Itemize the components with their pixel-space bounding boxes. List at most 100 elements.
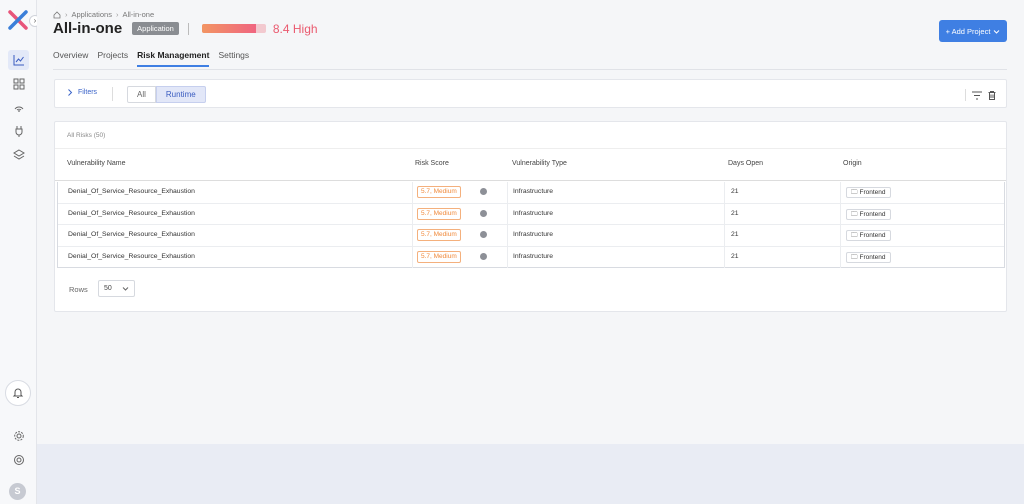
days-open: 21 [731, 231, 739, 238]
breadcrumb: › Applications › All-in-one [53, 10, 154, 19]
divider [724, 182, 725, 204]
info-icon[interactable] [480, 231, 487, 238]
gear-icon [13, 431, 24, 441]
divider [507, 203, 508, 225]
origin-label: Frontend [859, 253, 886, 261]
filter-lines-icon[interactable] [972, 91, 982, 100]
tab-overview[interactable]: Overview [53, 50, 88, 67]
origin-label: Frontend [859, 210, 886, 218]
origin-label: Frontend [859, 232, 886, 239]
risk-score-pill: 5.7, Medium [417, 186, 461, 198]
signal-icon [14, 106, 23, 112]
origin-tag[interactable]: 🗀 Frontend [846, 230, 891, 241]
vulnerability-type: Infrastructure [513, 231, 554, 238]
column-header-type[interactable]: Vulnerability Type [512, 160, 567, 167]
tab-bar: Overview Projects Risk Management Settin… [53, 50, 249, 67]
home-icon[interactable] [53, 10, 61, 19]
vulnerability-name: Denial_Of_Service_Resource_Exhaustion [68, 252, 195, 260]
table-row[interactable]: Denial_Of_Service_Resource_Exhaustion 5.… [58, 246, 1004, 268]
rows-per-page-label: Rows [69, 285, 88, 294]
divider [840, 203, 841, 225]
origin-tag[interactable]: 🗀 Frontend [846, 208, 891, 220]
breadcrumb-item-applications[interactable]: Applications [72, 10, 112, 19]
column-header-name[interactable]: Vulnerability Name [67, 160, 126, 167]
vulnerability-type: Infrastructure [513, 252, 554, 260]
sidebar-item-dashboard[interactable] [8, 74, 29, 94]
main-content: › Applications › All-in-one All-in-one A… [37, 0, 1024, 444]
table-row[interactable]: Denial_Of_Service_Resource_Exhaustion 5.… [58, 225, 1004, 247]
folder-icon: 🗀 [851, 253, 858, 261]
divider [840, 182, 841, 204]
trash-icon[interactable] [988, 90, 996, 100]
sidebar-item-settings[interactable] [8, 426, 29, 446]
notifications-button[interactable] [5, 380, 31, 406]
plug-icon [15, 126, 22, 137]
filter-bar: Filters All Runtime [54, 79, 1007, 108]
chevron-right-icon [68, 89, 73, 96]
table-body: Denial_Of_Service_Resource_Exhaustion 5.… [57, 182, 1005, 268]
tab-settings[interactable]: Settings [218, 50, 249, 67]
page-title: All-in-one [53, 20, 123, 37]
origin-tag[interactable]: 🗀 Frontend [846, 251, 891, 263]
add-project-button[interactable]: + Add Project [939, 20, 1007, 42]
chevron-down-icon [994, 29, 1000, 34]
folder-icon: 🗀 [851, 189, 858, 196]
divider [965, 89, 966, 101]
layers-icon [12, 149, 25, 160]
sidebar-item-help[interactable] [8, 450, 29, 470]
divider [724, 246, 725, 268]
vulnerability-name: Denial_Of_Service_Resource_Exhaustion [68, 231, 195, 238]
rows-per-page-select[interactable]: 50 [98, 280, 135, 297]
vulnerability-type: Infrastructure [513, 188, 554, 195]
days-open: 21 [731, 252, 739, 260]
table-header: Vulnerability Name Risk Score Vulnerabil… [55, 148, 1006, 181]
info-icon[interactable] [480, 188, 487, 195]
app-logo[interactable] [8, 10, 28, 30]
breadcrumb-item-current: All-in-one [122, 10, 155, 19]
tab-risk-management[interactable]: Risk Management [137, 50, 210, 67]
info-icon[interactable] [480, 209, 487, 217]
divider [187, 22, 189, 35]
filters-toggle[interactable]: Filters [67, 89, 97, 96]
risk-score-fill [201, 24, 256, 33]
breadcrumb-separator: › [115, 10, 119, 19]
sidebar-item-signals[interactable] [8, 97, 29, 117]
tabs-divider [53, 69, 1007, 70]
type-badge: Application [132, 22, 179, 35]
sidebar-item-layers[interactable] [8, 145, 29, 165]
segment-runtime[interactable]: Runtime [155, 86, 206, 103]
origin-tag[interactable]: 🗀 Frontend [846, 187, 891, 198]
info-icon[interactable] [480, 252, 487, 260]
rows-per-page-value: 50 [104, 285, 112, 292]
days-open: 21 [731, 188, 739, 195]
segment-all[interactable]: All [127, 86, 156, 103]
breadcrumb-separator: › [65, 10, 68, 19]
tab-projects[interactable]: Projects [97, 50, 128, 67]
divider [724, 203, 725, 225]
column-header-risk-score[interactable]: Risk Score [415, 160, 449, 167]
folder-icon: 🗀 [851, 210, 858, 218]
table-row[interactable]: Denial_Of_Service_Resource_Exhaustion 5.… [58, 203, 1004, 225]
footer-band [37, 444, 1024, 504]
risk-score-pill: 5.7, Medium [417, 250, 461, 263]
avatar[interactable]: S [9, 483, 26, 500]
sidebar: › S [0, 0, 41, 504]
risk-score-bar [201, 24, 266, 33]
scope-segmented-control: All Runtime [127, 86, 206, 103]
table-row[interactable]: Denial_Of_Service_Resource_Exhaustion 5.… [58, 182, 1004, 204]
column-header-days-open[interactable]: Days Open [728, 160, 763, 167]
title-row: All-in-one Application 8.4 High [53, 20, 318, 37]
column-header-origin[interactable]: Origin [843, 160, 862, 167]
filter-tools [965, 89, 996, 101]
risk-score-pill: 5.7, Medium [417, 207, 461, 220]
sidebar-item-analytics[interactable] [8, 50, 29, 70]
risks-table-card: All Risks (50) Vulnerability Name Risk S… [54, 121, 1007, 312]
divider [507, 225, 508, 247]
lifebuoy-icon [13, 455, 24, 465]
table-title: All Risks (50) [67, 132, 106, 139]
vulnerability-name: Denial_Of_Service_Resource_Exhaustion [68, 209, 195, 217]
divider [840, 225, 841, 247]
add-project-label: + Add Project [945, 26, 991, 36]
divider [412, 203, 413, 225]
sidebar-item-integrations[interactable] [8, 121, 29, 141]
